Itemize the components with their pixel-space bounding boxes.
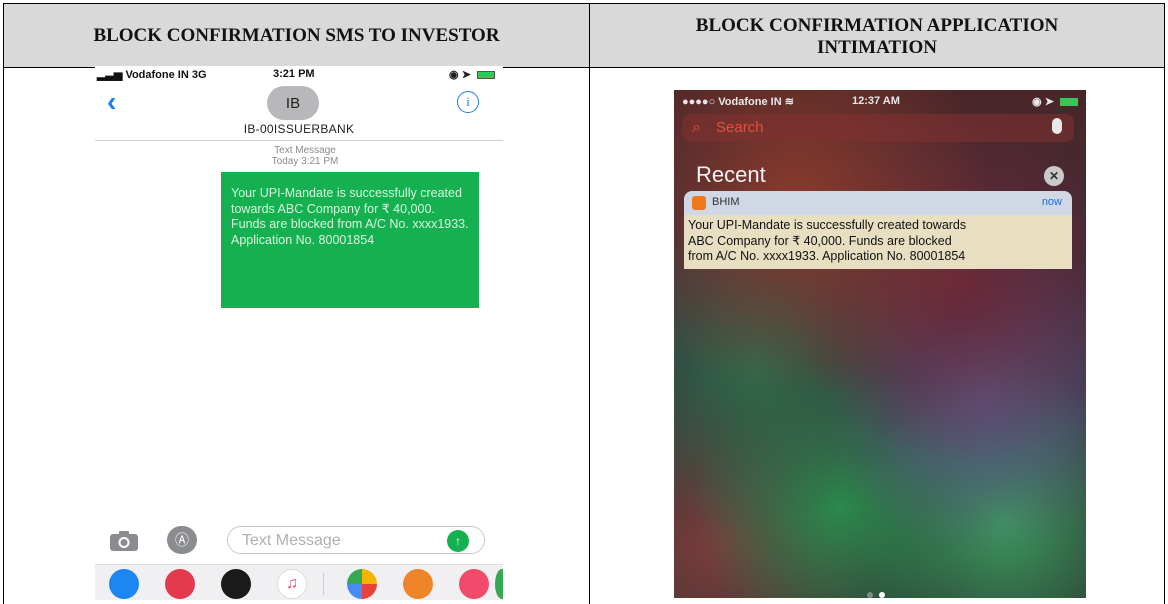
bhim-app-icon — [692, 196, 706, 210]
notification-body: Your UPI-Mandate is successfully created… — [684, 215, 1072, 269]
notification-line-1: Your UPI-Mandate is successfully created… — [688, 218, 967, 232]
notification-app-name: BHIM — [712, 196, 740, 208]
location-icon: ➤ — [461, 69, 471, 81]
notification-header: BHIM now — [684, 191, 1072, 215]
microphone-icon[interactable] — [1052, 118, 1062, 134]
message-timestamp: Text Message Today 3:21 PM — [245, 145, 365, 167]
photos-icon[interactable] — [347, 569, 377, 599]
page-dot-inactive — [867, 592, 873, 598]
right-header-line2: INTIMATION — [817, 36, 937, 58]
compose-bar: Ⓐ Text Message ↑ — [95, 522, 503, 558]
lock-carrier: ●●●●○ Vodafone IN ≋ — [682, 96, 794, 108]
maps-icon[interactable] — [495, 569, 503, 599]
imessage-app-drawer: ♫ — [95, 564, 503, 600]
wifi-icon: ≋ — [784, 96, 794, 108]
column-divider — [589, 68, 590, 604]
send-arrow-icon[interactable]: ↑ — [447, 530, 469, 552]
info-icon[interactable]: i — [457, 91, 479, 113]
status-bar: ▂▃▅ Vodafone IN 3G 3:21 PM ◉ ➤ — [95, 68, 503, 82]
message-date-label: Today 3:21 PM — [271, 156, 339, 167]
signal-icon: ▂▃▅ — [97, 69, 126, 81]
drawer-separator — [323, 573, 324, 595]
header-divider — [95, 140, 503, 141]
app-store-drawer-icon[interactable] — [109, 569, 139, 599]
music-icon[interactable]: ♫ — [277, 569, 307, 599]
carrier-label: ▂▃▅ Vodafone IN 3G — [97, 69, 207, 81]
contact-name[interactable]: IB-00ISSUERBANK — [95, 122, 503, 136]
notification-line-3: from A/C No. xxxx1933. Application No. 8… — [688, 249, 966, 263]
garageband-icon[interactable] — [403, 569, 433, 599]
status-time: 3:21 PM — [273, 68, 315, 80]
page-indicator — [864, 585, 888, 598]
lock-battery-icon — [1060, 98, 1078, 107]
avatar[interactable]: IB — [267, 86, 319, 120]
app-store-icon[interactable]: Ⓐ — [167, 526, 197, 554]
alarm-icon: ◉ — [449, 69, 459, 81]
chevron-left-icon[interactable]: ‹ — [107, 88, 116, 116]
right-column-header: BLOCK CONFIRMATION APPLICATION INTIMATIO… — [589, 4, 1164, 68]
lock-screen-screenshot: ●●●●○ Vodafone IN ≋ 12:37 AM ◉ ➤ ⌕ Searc… — [674, 90, 1086, 598]
right-header-line1: BLOCK CONFIRMATION APPLICATION — [695, 14, 1059, 36]
lock-alarm-icon: ◉ — [1032, 96, 1042, 108]
lock-status-bar: ●●●●○ Vodafone IN ≋ 12:37 AM ◉ ➤ — [682, 95, 1078, 109]
search-placeholder: Search — [716, 119, 764, 136]
status-icons: ◉ ➤ — [449, 68, 495, 81]
image-search-icon[interactable] — [165, 569, 195, 599]
notification-time: now — [1041, 196, 1062, 208]
spotlight-search-field[interactable]: ⌕ Search — [682, 114, 1074, 142]
heart-sticker-icon[interactable] — [459, 569, 489, 599]
page-dot-active — [879, 592, 885, 598]
notification-line-2: ABC Company for ₹ 40,000. Funds are bloc… — [688, 233, 952, 248]
bhim-notification[interactable]: BHIM now Your UPI-Mandate is successfull… — [684, 191, 1072, 269]
lock-time: 12:37 AM — [852, 95, 900, 107]
battery-icon — [477, 71, 495, 80]
message-type-label: Text Message — [274, 145, 336, 156]
search-icon: ⌕ — [692, 119, 701, 136]
clear-x-icon[interactable]: ✕ — [1044, 166, 1064, 186]
lock-location-icon: ➤ — [1044, 96, 1054, 108]
left-column-header: BLOCK CONFIRMATION SMS TO INVESTOR — [4, 4, 589, 68]
sms-screenshot: ▂▃▅ Vodafone IN 3G 3:21 PM ◉ ➤ ‹ IB IB-0… — [95, 66, 503, 604]
avatar-initials: IB — [285, 94, 301, 112]
left-header-text: BLOCK CONFIRMATION SMS TO INVESTOR — [93, 24, 500, 46]
message-bubble[interactable]: Your UPI-Mandate is successfully created… — [221, 172, 479, 308]
lock-status-icons: ◉ ➤ — [1032, 95, 1078, 108]
recent-heading: Recent — [696, 162, 766, 187]
digital-touch-icon[interactable] — [221, 569, 251, 599]
camera-icon[interactable] — [109, 530, 139, 552]
